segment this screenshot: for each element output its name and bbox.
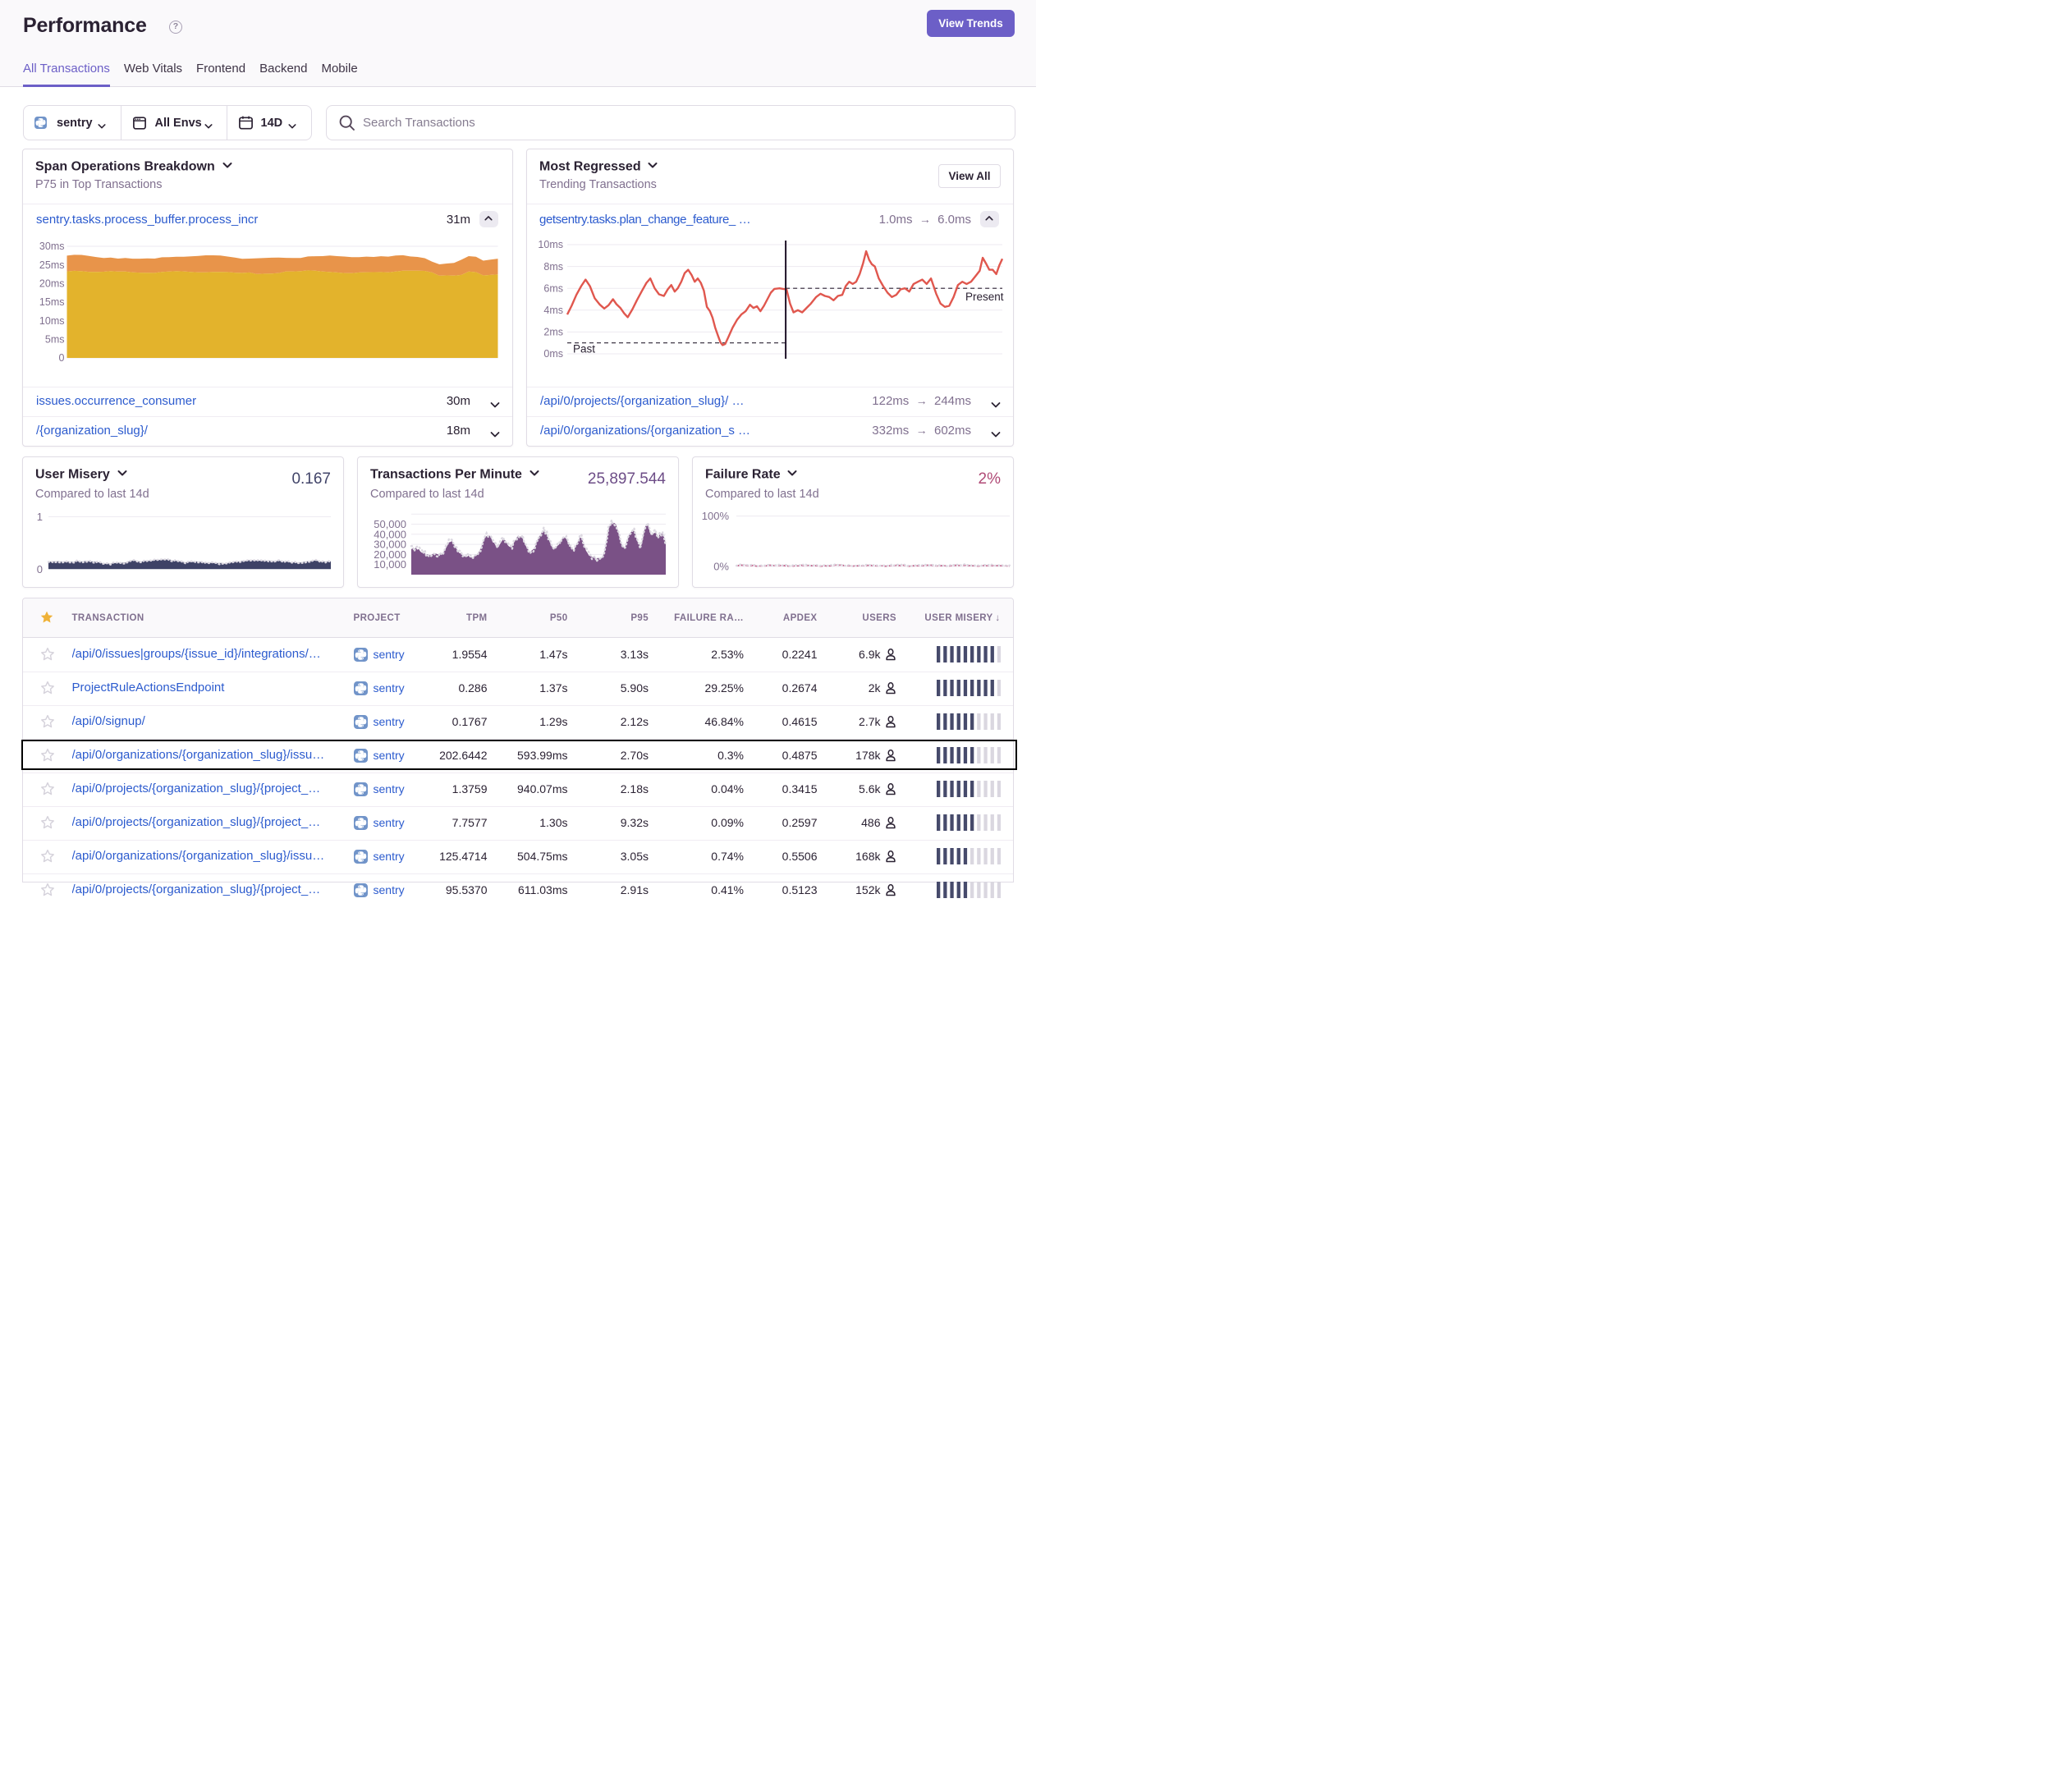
svg-text:6ms: 6ms	[543, 282, 563, 294]
svg-text:Past: Past	[573, 343, 595, 355]
svg-text:0: 0	[59, 352, 65, 364]
svg-text:0%: 0%	[713, 561, 729, 573]
svg-text:25ms: 25ms	[39, 259, 65, 271]
svg-text:100%: 100%	[702, 510, 730, 522]
svg-text:10ms: 10ms	[39, 315, 65, 327]
svg-text:5ms: 5ms	[45, 334, 65, 346]
svg-text:4ms: 4ms	[543, 305, 563, 316]
svg-text:Present: Present	[965, 291, 1004, 303]
svg-text:30ms: 30ms	[39, 241, 65, 252]
svg-text:0: 0	[37, 563, 43, 575]
svg-text:1: 1	[37, 511, 43, 523]
svg-text:10,000: 10,000	[374, 558, 406, 571]
svg-text:2ms: 2ms	[543, 327, 563, 338]
svg-text:8ms: 8ms	[543, 261, 563, 273]
svg-text:20ms: 20ms	[39, 278, 65, 290]
svg-text:10ms: 10ms	[538, 239, 563, 250]
svg-text:15ms: 15ms	[39, 296, 65, 308]
svg-text:0ms: 0ms	[543, 348, 563, 360]
